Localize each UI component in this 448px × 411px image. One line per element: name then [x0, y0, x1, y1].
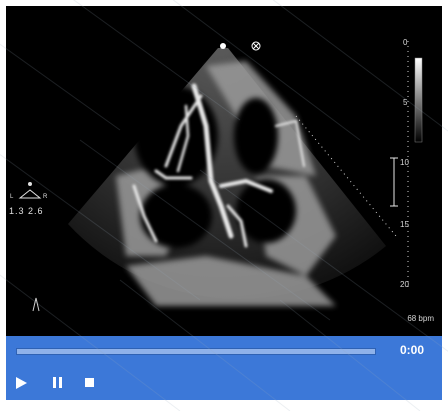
play-button[interactable]	[16, 376, 30, 390]
grayscale-bar	[414, 57, 423, 143]
depth-label-10: 10	[400, 158, 409, 167]
probe-orientation-icon: L R	[10, 182, 48, 200]
stop-button[interactable]	[84, 376, 98, 390]
svg-text:L: L	[10, 194, 14, 200]
lead-marker	[32, 297, 40, 312]
depth-label-0: 0	[403, 38, 408, 47]
heart-rate: 68 bpm	[407, 314, 434, 323]
probe-values: 1.3 2.6	[9, 206, 44, 216]
depth-label-20: 20	[400, 280, 409, 289]
player-controls: 0:00	[6, 336, 442, 400]
depth-label-5: 5	[403, 98, 408, 107]
seek-bar[interactable]	[16, 348, 376, 355]
probe-marker-dot	[220, 43, 226, 49]
echocardiogram-image: L R	[10, 41, 423, 312]
svg-text:R: R	[43, 194, 48, 200]
pause-icon	[53, 377, 66, 388]
video-player: L R 0 5 10 15 20 1.3 2.6 68 bpm 0:00	[0, 0, 448, 411]
focus-marker	[390, 157, 398, 207]
stop-icon	[85, 378, 94, 387]
depth-label-15: 15	[400, 220, 409, 229]
play-icon	[16, 377, 27, 389]
pause-button[interactable]	[52, 376, 66, 390]
ultrasound-viewport[interactable]: L R 0 5 10 15 20 1.3 2.6 68 bpm	[6, 6, 442, 336]
time-display: 0:00	[399, 343, 424, 357]
